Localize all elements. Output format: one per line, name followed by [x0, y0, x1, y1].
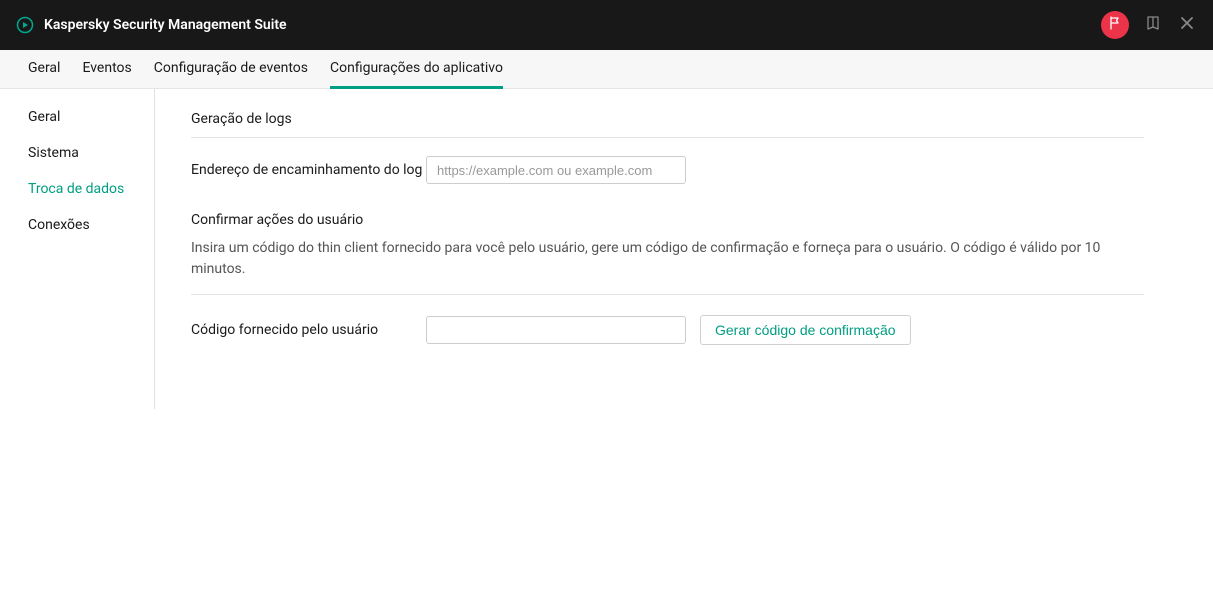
close-icon	[1180, 16, 1194, 34]
tab-event-config[interactable]: Configuração de eventos	[154, 50, 308, 89]
app-title: Kaspersky Security Management Suite	[44, 17, 287, 33]
tab-events[interactable]: Eventos	[82, 50, 131, 89]
content-wrap: Geral Sistema Troca de dados Conexões Ge…	[0, 89, 1213, 409]
bookmark-icon	[1145, 15, 1161, 35]
confirm-code-label: Código fornecido pelo usuário	[191, 322, 426, 338]
tabs-bar: Geral Eventos Configuração de eventos Co…	[0, 50, 1213, 89]
app-logo-icon	[16, 16, 34, 34]
main-content: Geração de logs Endereço de encaminhamen…	[155, 89, 1180, 409]
confirm-code-row: Código fornecido pelo usuário Gerar códi…	[191, 315, 1144, 345]
sidebar: Geral Sistema Troca de dados Conexões	[0, 89, 155, 409]
confirm-divider	[191, 294, 1144, 295]
sidebar-item-connections[interactable]: Conexões	[0, 207, 154, 243]
close-button[interactable]	[1177, 15, 1197, 35]
logs-section-title: Geração de logs	[191, 111, 1144, 138]
sidebar-item-system[interactable]: Sistema	[0, 135, 154, 171]
flag-icon	[1108, 16, 1122, 34]
generate-code-button[interactable]: Gerar código de confirmação	[700, 315, 911, 345]
app-header: Kaspersky Security Management Suite	[0, 0, 1213, 50]
tab-app-config[interactable]: Configurações do aplicativo	[330, 50, 503, 89]
confirm-description: Insira um código do thin client fornecid…	[191, 238, 1144, 280]
log-forward-row: Endereço de encaminhamento do log	[191, 156, 1144, 184]
confirm-section: Confirmar ações do usuário Insira um cód…	[191, 212, 1144, 345]
sidebar-item-general[interactable]: Geral	[0, 99, 154, 135]
confirm-code-input[interactable]	[426, 316, 686, 344]
confirm-section-title: Confirmar ações do usuário	[191, 212, 1144, 238]
log-forward-label: Endereço de encaminhamento do log	[191, 162, 426, 178]
flag-button[interactable]	[1101, 11, 1129, 39]
tab-general[interactable]: Geral	[28, 50, 60, 89]
header-left: Kaspersky Security Management Suite	[16, 16, 287, 34]
log-forward-input[interactable]	[426, 156, 686, 184]
sidebar-item-data-exchange[interactable]: Troca de dados	[0, 171, 154, 207]
bookmark-button[interactable]	[1143, 15, 1163, 35]
header-right	[1101, 11, 1197, 39]
